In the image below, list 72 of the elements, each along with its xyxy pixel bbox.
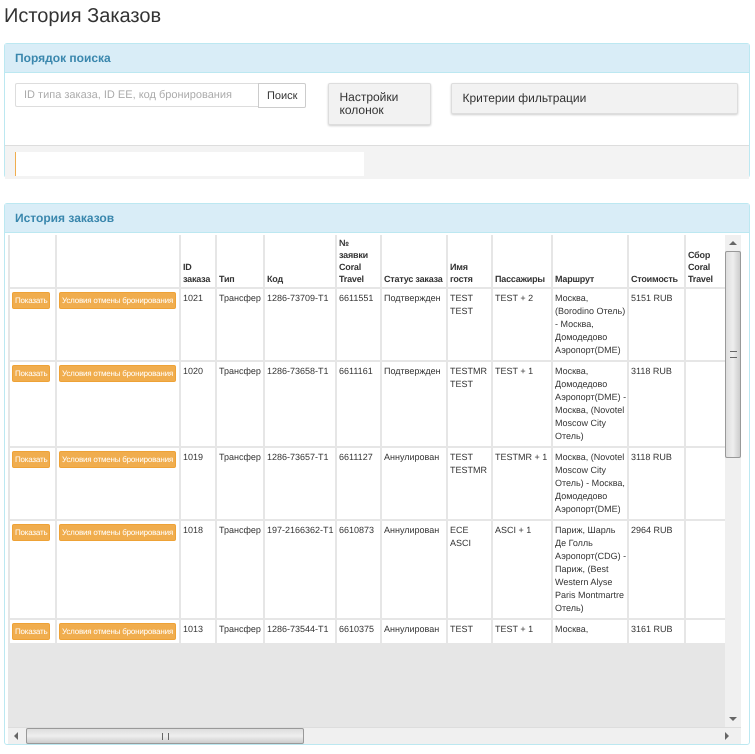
filter-criteria-button[interactable]: Критерии фильтрации xyxy=(451,83,738,114)
table-cell: TEST + 1 xyxy=(492,361,552,447)
table-cell: 1021 xyxy=(180,288,216,361)
table-cell: 5151 RUB xyxy=(628,288,685,361)
cancellation-terms-button[interactable]: Условия отмены бронирования xyxy=(59,524,176,541)
table-cell: Аннулирован xyxy=(381,520,447,619)
table-cell: 1286-73544-T1 xyxy=(264,619,336,644)
table-cell: 2964 RUB xyxy=(628,520,685,619)
cancellation-terms-button[interactable]: Условия отмены бронирования xyxy=(59,292,176,309)
column-header: Статус заказа xyxy=(381,235,447,288)
column-header: Пассажиры xyxy=(492,235,552,288)
table-cell: Трансфер xyxy=(216,288,264,361)
table-cell: Трансфер xyxy=(216,520,264,619)
column-header: Сбор Coral Travel xyxy=(685,235,725,288)
table-cell: 1020 xyxy=(180,361,216,447)
table-cell: TEST TEST xyxy=(447,288,492,361)
table-cell: Трансфер xyxy=(216,619,264,644)
table-cell: TEST + 2 xyxy=(492,288,552,361)
table-cell: TESTMR TEST xyxy=(447,361,492,447)
table-cell: TEST + 1 xyxy=(492,619,552,644)
table-cell: 1286-73657-T1 xyxy=(264,447,336,520)
table-cell: 6611551 xyxy=(336,288,381,361)
cancellation-terms-button[interactable]: Условия отмены бронирования xyxy=(59,623,176,640)
show-button[interactable]: Показать xyxy=(12,451,50,468)
column-header: Имя гостя xyxy=(447,235,492,288)
table-cell: Трансфер xyxy=(216,447,264,520)
table-cell: ASCI + 1 xyxy=(492,520,552,619)
column-header: Маршрут xyxy=(552,235,628,288)
cancellation-terms-button[interactable]: Условия отмены бронирования xyxy=(59,365,176,382)
table-cell: TEST xyxy=(447,619,492,644)
show-button[interactable]: Показать xyxy=(12,365,50,382)
table-cell: ECE ASCI xyxy=(447,520,492,619)
column-settings-button[interactable]: Настройки колонок xyxy=(328,83,432,125)
column-header: ID заказа xyxy=(180,235,216,288)
show-button[interactable]: Показать xyxy=(12,292,50,309)
table-cell: Подтвержден xyxy=(381,361,447,447)
table-cell: TEST TESTMR xyxy=(447,447,492,520)
column-header: Тип xyxy=(216,235,264,288)
table-cell: Париж, Шарль Де Голль Аэропорт(CDG) - Париж, (Best Western Alyse Paris Montmartre Отель) xyxy=(552,520,628,619)
table-cell: 3161 RUB xyxy=(628,619,685,644)
table-cell: 1013 xyxy=(180,619,216,644)
table-cell: 3118 RUB xyxy=(628,361,685,447)
table-cell: 6611127 xyxy=(336,447,381,520)
search-field[interactable]: ID типа заказа, ID ЕЕ, код бронирования xyxy=(15,83,258,107)
show-button[interactable]: Показать xyxy=(12,524,50,541)
panel-heading: Порядок поиска xyxy=(5,44,749,73)
column-header: № заявки Coral Travel xyxy=(336,235,381,288)
table-cell: Москва, Домодедово Аэропорт(DME) - Москва, (Novotel Moscow City Отель) xyxy=(552,361,628,447)
table-cell: Аннулирован xyxy=(381,619,447,644)
table-cell: Подтвержден xyxy=(381,288,447,361)
column-header: Код xyxy=(264,235,336,288)
table-cell: Трансфер xyxy=(216,361,264,447)
table-cell: Москва, xyxy=(552,619,628,644)
table-cell: Москва, (Borodino Отель) - Москва, Домодедово Аэропорт(DME) xyxy=(552,288,628,361)
table-cell: Аннулирован xyxy=(381,447,447,520)
page-title: История Заказов xyxy=(4,5,162,28)
table-cell: 1286-73658-T1 xyxy=(264,361,336,447)
table-cell: 6611161 xyxy=(336,361,381,447)
column-header: Стоимость xyxy=(628,235,685,288)
table-cell: 1019 xyxy=(180,447,216,520)
table-cell: 6610873 xyxy=(336,520,381,619)
table-cell: TESTMR + 1 xyxy=(492,447,552,520)
table-cell: 197-2166362-T1 xyxy=(264,520,336,619)
table-cell: 1018 xyxy=(180,520,216,619)
panel-heading: История заказов xyxy=(5,204,749,233)
table-cell: Москва, (Novotel Moscow City Отель) - Москва, Домодедово Аэропорт(DME) xyxy=(552,447,628,520)
table-cell: 1286-73709-T1 xyxy=(264,288,336,361)
search-button[interactable]: Поиск xyxy=(258,83,306,108)
table-cell: 6610375 xyxy=(336,619,381,644)
cancellation-terms-button[interactable]: Условия отмены бронирования xyxy=(59,451,176,468)
show-button[interactable]: Показать xyxy=(12,623,50,640)
table-cell: 3118 RUB xyxy=(628,447,685,520)
